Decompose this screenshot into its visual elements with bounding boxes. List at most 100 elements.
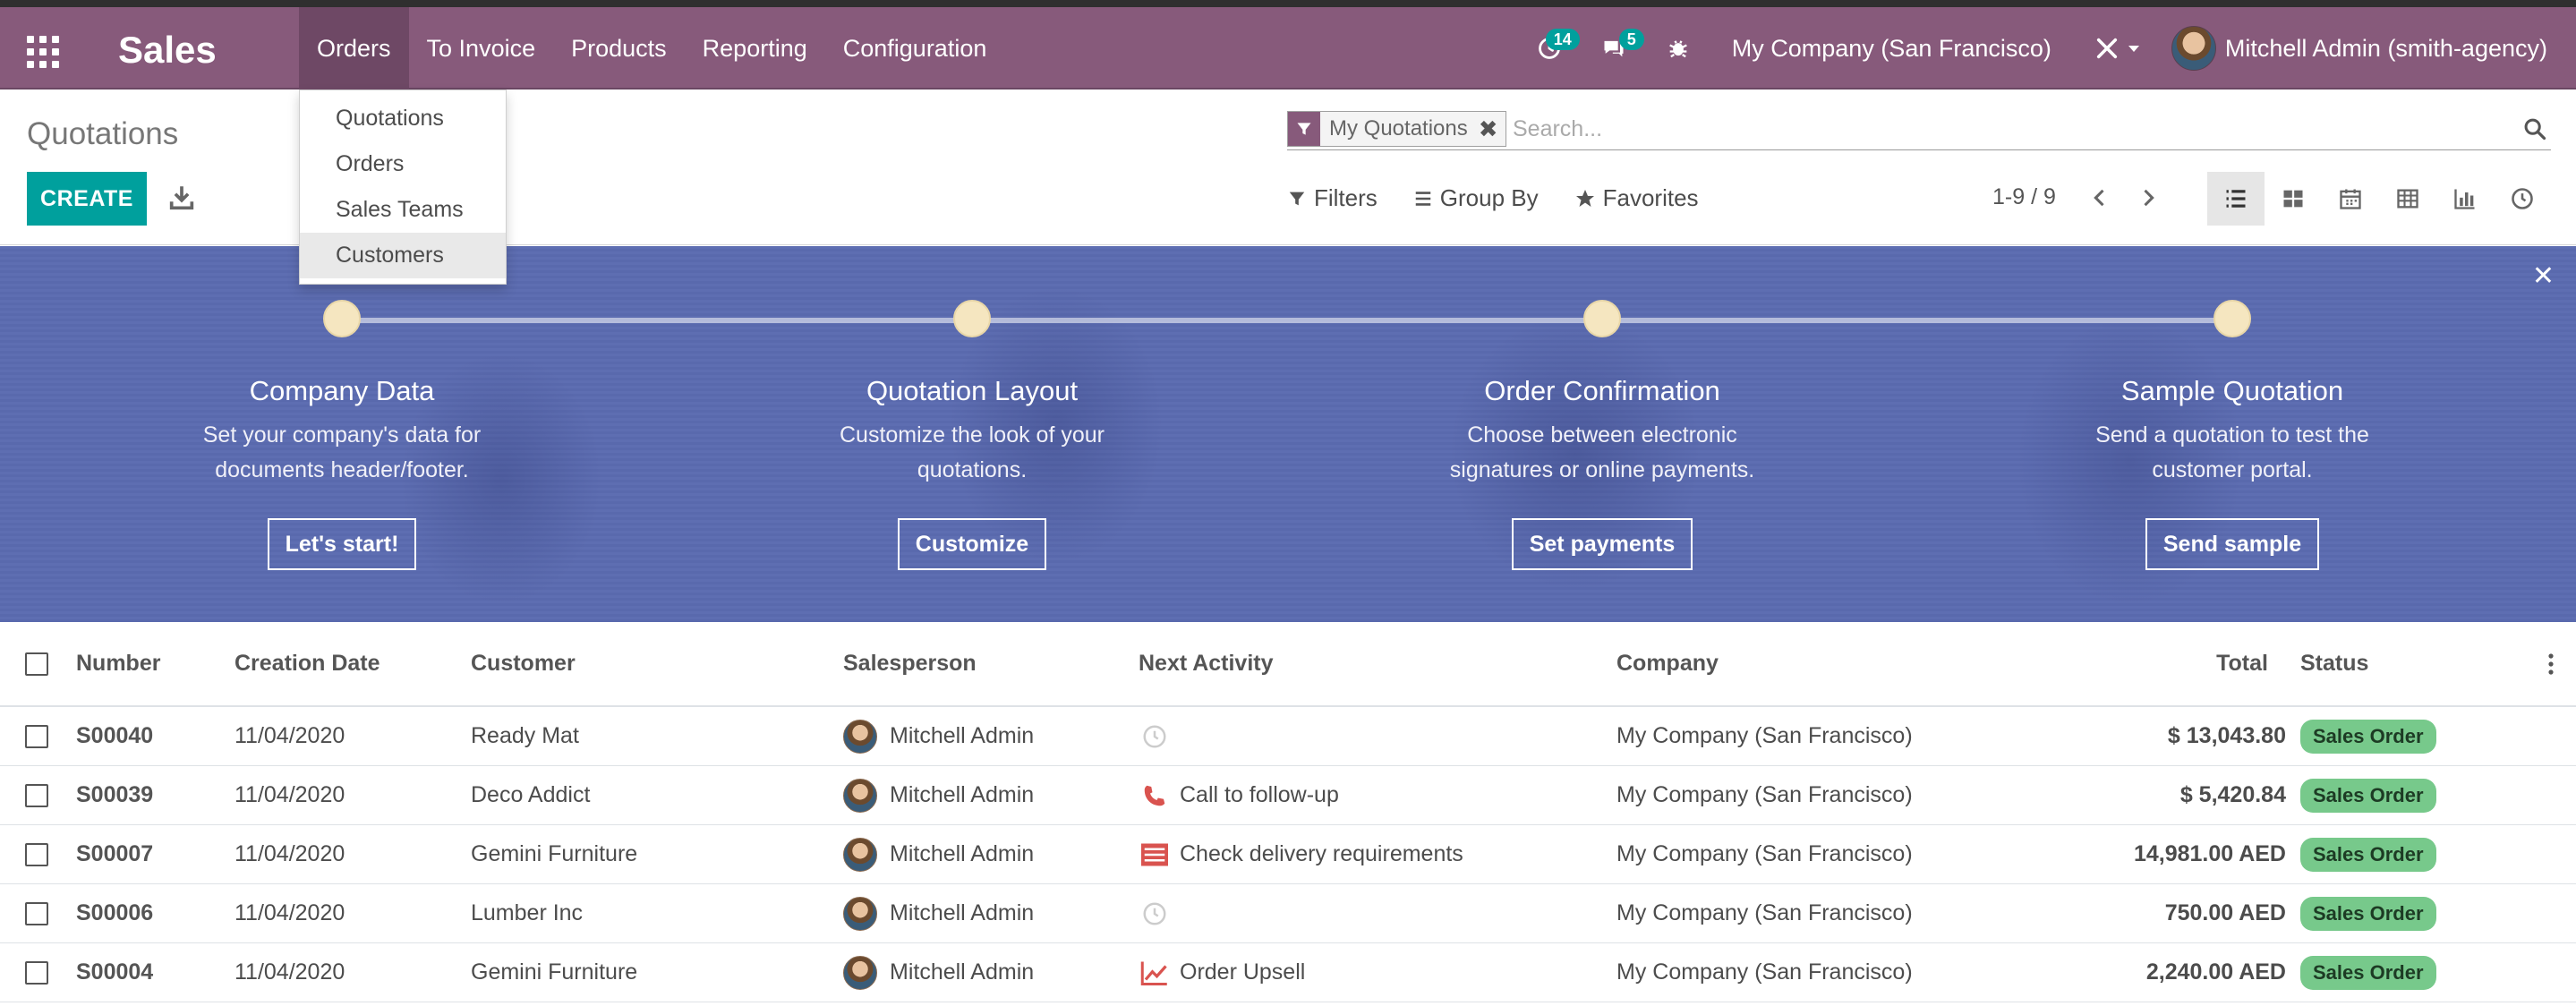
step-title: Order Confirmation — [1484, 375, 1720, 406]
debug-bug-menu[interactable] — [1646, 7, 1710, 90]
dropdown-item-customers[interactable]: Customers — [300, 233, 506, 278]
customize-button[interactable]: Customize — [897, 518, 1047, 570]
menu-to-invoice[interactable]: To Invoice — [409, 7, 554, 90]
close-icon[interactable]: ✕ — [2532, 260, 2555, 292]
create-button[interactable]: CREATE — [27, 172, 147, 226]
next-activity[interactable] — [1139, 707, 1180, 765]
company: My Company (San Francisco) — [1616, 900, 1913, 925]
chevron-left-icon[interactable] — [2087, 183, 2114, 213]
debug-tools-menu[interactable] — [2073, 7, 2161, 90]
dropdown-item-quotations[interactable]: Quotations — [300, 96, 506, 141]
step-dot[interactable] — [2213, 300, 2251, 337]
select-all-checkbox[interactable] — [25, 652, 48, 676]
menu-configuration[interactable]: Configuration — [825, 7, 1005, 90]
company: My Company (San Francisco) — [1616, 959, 1913, 985]
send-sample-button[interactable]: Send sample — [2145, 518, 2320, 570]
groupby-button[interactable]: Group By — [1413, 184, 1539, 212]
table-row[interactable]: S00039 11/04/2020 Deco Addict Mitchell A… — [0, 766, 2576, 825]
header-company[interactable]: Company — [1616, 622, 1719, 705]
header-salesperson[interactable]: Salesperson — [843, 622, 977, 705]
facet-remove-icon[interactable]: ✖ — [1476, 112, 1506, 146]
messages-count-badge: 5 — [1618, 29, 1644, 50]
header-number[interactable]: Number — [76, 622, 160, 705]
table-row[interactable]: S00006 11/04/2020 Lumber Inc Mitchell Ad… — [0, 884, 2576, 943]
order-number: S00040 — [76, 723, 154, 748]
next-activity[interactable] — [1139, 884, 1180, 942]
app-brand[interactable]: Sales — [118, 29, 217, 72]
header-status[interactable]: Status — [2300, 622, 2368, 705]
chevron-down-icon — [2128, 45, 2139, 52]
creation-date: 11/04/2020 — [235, 841, 345, 866]
step-description-line: Choose between electronic — [1467, 422, 1737, 448]
creation-date: 11/04/2020 — [235, 959, 345, 985]
menu-products[interactable]: Products — [553, 7, 685, 90]
clock-icon[interactable] — [1139, 720, 1171, 753]
creation-date: 11/04/2020 — [235, 782, 345, 807]
activity-view-button[interactable] — [2494, 172, 2551, 226]
pivot-view-button[interactable] — [2379, 172, 2436, 226]
messaging-menu[interactable]: 5 — [1582, 7, 1646, 90]
step-dot[interactable] — [953, 300, 991, 337]
download-icon[interactable] — [166, 183, 197, 213]
next-activity[interactable]: Call to follow-up — [1139, 766, 1339, 824]
row-checkbox[interactable] — [25, 901, 48, 925]
filters-label: Filters — [1314, 184, 1378, 211]
step-description-line: signatures or online payments. — [1449, 457, 1755, 482]
menu-reporting[interactable]: Reporting — [685, 7, 825, 90]
salesperson: Mitchell Admin — [843, 707, 1034, 765]
row-checkbox[interactable] — [25, 724, 48, 748]
header-next-activity[interactable]: Next Activity — [1139, 622, 1274, 705]
row-checkbox[interactable] — [25, 783, 48, 807]
filters-button[interactable]: Filters — [1287, 184, 1378, 212]
row-checkbox[interactable] — [25, 842, 48, 866]
user-menu[interactable]: Mitchell Admin (smith-agency) — [2161, 7, 2576, 90]
salesperson-name: Mitchell Admin — [890, 723, 1035, 748]
pager-value[interactable]: 1-9 / 9 — [1992, 184, 2056, 210]
menu-orders[interactable]: Orders — [299, 7, 409, 90]
onboarding-step-order-confirmation: Order Confirmation Choose between electr… — [1352, 300, 1853, 570]
next-activity[interactable]: Order Upsell — [1139, 943, 1305, 1002]
search-input[interactable] — [1513, 113, 2479, 145]
chart-line-icon[interactable] — [1139, 957, 1171, 989]
apps-menu-icon[interactable] — [27, 36, 59, 68]
table-row[interactable]: S00004 11/04/2020 Gemini Furniture Mitch… — [0, 943, 2576, 1002]
search-bar: My Quotations ✖ — [1287, 109, 2551, 150]
optional-columns-icon[interactable] — [2547, 622, 2555, 705]
salesperson-name: Mitchell Admin — [890, 782, 1035, 807]
favorites-button[interactable]: Favorites — [1574, 184, 1699, 212]
row-checkbox[interactable] — [25, 960, 48, 985]
search-options: Filters Group By Favorites — [1287, 184, 1735, 212]
tasks-icon[interactable] — [1139, 839, 1171, 871]
tools-icon — [2096, 38, 2117, 59]
bug-icon — [1668, 40, 1687, 58]
graph-view-button[interactable] — [2436, 172, 2494, 226]
activity-menu[interactable]: 14 — [1517, 7, 1582, 90]
step-dot[interactable] — [323, 300, 361, 337]
dropdown-item-sales-teams[interactable]: Sales Teams — [300, 187, 506, 233]
next-activity[interactable]: Check delivery requirements — [1139, 825, 1463, 883]
clock-icon[interactable] — [1139, 898, 1171, 930]
calendar-view-button[interactable] — [2322, 172, 2379, 226]
navbar-systray: 14 5 My Company (San Francisco) Mitchell… — [1517, 7, 2576, 90]
row-checkbox-cell — [25, 766, 48, 824]
salesperson: Mitchell Admin — [843, 825, 1034, 883]
kanban-view-button[interactable] — [2265, 172, 2322, 226]
header-creation-date[interactable]: Creation Date — [235, 622, 380, 705]
status-cell: Sales Order — [2300, 943, 2436, 1002]
company-switcher[interactable]: My Company (San Francisco) — [1710, 7, 2073, 90]
table-row[interactable]: S00007 11/04/2020 Gemini Furniture Mitch… — [0, 825, 2576, 884]
table-row[interactable]: S00040 11/04/2020 Ready Mat Mitchell Adm… — [0, 707, 2576, 766]
dropdown-item-orders[interactable]: Orders — [300, 141, 506, 187]
phone-icon[interactable] — [1139, 780, 1171, 812]
step-dot[interactable] — [1583, 300, 1621, 337]
header-total[interactable]: Total — [2059, 622, 2268, 705]
search-icon[interactable] — [2522, 116, 2549, 143]
row-checkbox-cell — [25, 884, 48, 942]
favorites-label: Favorites — [1602, 184, 1699, 211]
header-customer[interactable]: Customer — [471, 622, 576, 705]
list-view-button[interactable] — [2207, 172, 2265, 226]
filter-icon — [1288, 112, 1320, 146]
chevron-right-icon[interactable] — [2136, 183, 2162, 213]
lets-start-button[interactable]: Let's start! — [267, 518, 417, 570]
set-payments-button[interactable]: Set payments — [1511, 518, 1693, 570]
